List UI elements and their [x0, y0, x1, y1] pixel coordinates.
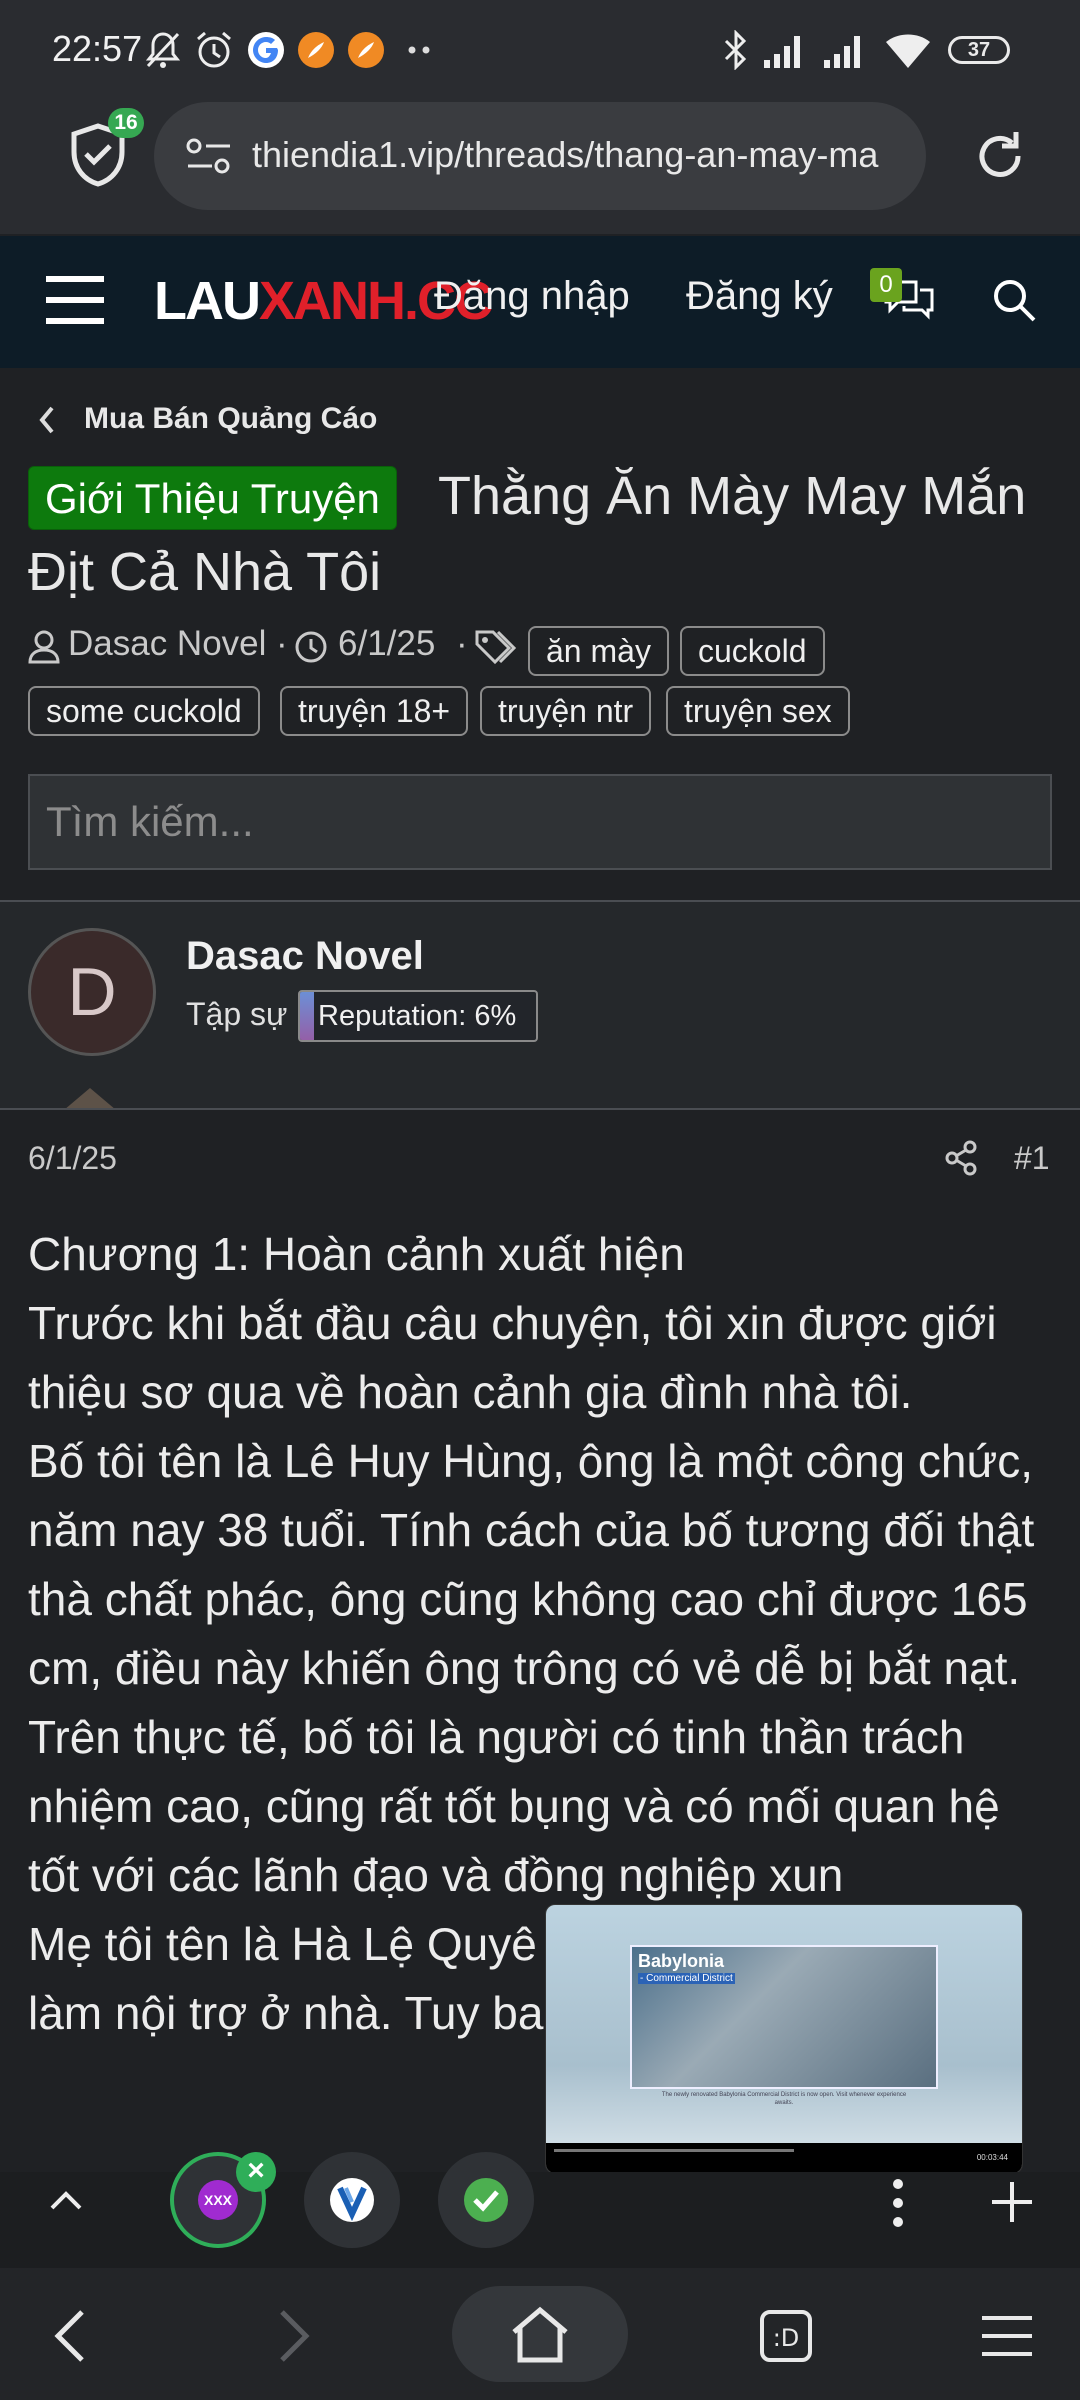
- svg-text::D: :D: [773, 2324, 800, 2352]
- back-icon[interactable]: [52, 2308, 88, 2364]
- chevron-left-icon[interactable]: [36, 404, 58, 436]
- reload-icon[interactable]: [970, 126, 1030, 186]
- more-notifications-icon: [408, 46, 432, 54]
- search-input[interactable]: Tìm kiếm...: [28, 774, 1052, 870]
- floating-video-player[interactable]: Babylonia - Commercial District The newl…: [545, 1904, 1023, 2174]
- google-icon: [246, 30, 286, 70]
- v-logo-icon: [330, 2178, 374, 2222]
- forward-icon[interactable]: [276, 2308, 312, 2364]
- signal-icon: [822, 30, 868, 70]
- alarm-icon: [194, 30, 234, 70]
- tag-chip[interactable]: cuckold: [680, 626, 825, 676]
- share-icon[interactable]: [944, 1140, 978, 1176]
- close-tab-icon[interactable]: ×: [236, 2152, 276, 2192]
- app-icon: [346, 30, 386, 70]
- video-progress[interactable]: [554, 2149, 794, 2152]
- message-arrow: [64, 1088, 116, 1110]
- reputation-label: Reputation: 6%: [318, 1000, 517, 1032]
- breadcrumb[interactable]: Mua Bán Quảng Cáo: [84, 402, 377, 436]
- url-text[interactable]: thiendia1.vip/threads/thang-an-may-ma: [252, 134, 902, 176]
- hamburger-icon[interactable]: [44, 274, 106, 326]
- check-icon: [464, 2178, 508, 2222]
- tag-chip[interactable]: truyện ntr: [480, 686, 652, 736]
- tab-favicon: XXX: [198, 2180, 238, 2220]
- tab-strip: [0, 2172, 1080, 2268]
- tag-chip[interactable]: truyện sex: [666, 686, 850, 736]
- site-settings-icon[interactable]: [186, 136, 232, 176]
- tabs-icon[interactable]: :D: [758, 2308, 814, 2364]
- avatar[interactable]: D: [28, 928, 156, 1056]
- signal-icon: [762, 30, 808, 70]
- thread-author[interactable]: Dasac Novel: [68, 624, 266, 664]
- home-icon: [510, 2306, 570, 2364]
- post-date[interactable]: 6/1/25: [28, 1140, 117, 1177]
- register-link[interactable]: Đăng ký: [686, 274, 833, 319]
- bluetooth-icon: [722, 30, 750, 70]
- wifi-icon: [884, 30, 932, 70]
- reputation-bar: Reputation: 6%: [298, 990, 538, 1042]
- plus-icon[interactable]: [990, 2180, 1034, 2224]
- post-author-block: [0, 902, 1080, 1108]
- logo-text-white: LAU: [154, 271, 261, 331]
- post-paragraph: Trước khi bắt đầu câu chuyện, tôi xin đư…: [28, 1297, 997, 1418]
- tag-chip[interactable]: ăn mày: [528, 626, 669, 676]
- video-caption: The newly renovated Babylonia Commercial…: [661, 2092, 907, 2106]
- divider: [0, 1108, 1080, 1110]
- tag-chip[interactable]: truyện 18+: [280, 686, 469, 736]
- video-time: 00:03:44: [976, 2153, 1008, 2162]
- app-icon: [296, 30, 336, 70]
- user-title: Tập sự: [186, 996, 288, 1032]
- reputation-fill: [300, 992, 315, 1040]
- post-number[interactable]: #1: [1014, 1140, 1050, 1177]
- video-controls[interactable]: 00:03:44: [546, 2143, 1022, 2173]
- video-title: Babylonia: [638, 1951, 725, 1971]
- post-paragraph: Bố tôi tên là Lê Huy Hùng, ông là một cô…: [28, 1435, 1035, 1901]
- thread-title: Thằng Ăn Mày May Mắn Địt Cả Nhà Tôi: [28, 458, 1058, 610]
- tag-chip[interactable]: some cuckold: [28, 686, 260, 736]
- conversations-badge: 0: [870, 268, 902, 302]
- post-paragraph: Chương 1: Hoàn cảnh xuất hiện: [28, 1228, 685, 1280]
- tab-item[interactable]: [438, 2152, 534, 2248]
- meta-separator: ·: [276, 624, 288, 663]
- menu-icon[interactable]: [980, 2314, 1034, 2358]
- post-author-name[interactable]: Dasac Novel: [186, 934, 424, 979]
- thread-title-text: Thằng Ăn Mày May Mắn Địt Cả Nhà Tôi: [28, 466, 1027, 602]
- user-icon: [28, 630, 60, 664]
- search-icon[interactable]: [990, 276, 1038, 324]
- video-subtitle: - Commercial District: [638, 1973, 735, 1984]
- clock-icon: [294, 630, 328, 664]
- more-vert-icon[interactable]: [888, 2178, 908, 2228]
- shield-count-badge: 16: [108, 108, 144, 138]
- video-frame: Babylonia - Commercial District: [630, 1945, 938, 2089]
- chevron-up-icon[interactable]: [46, 2184, 86, 2214]
- tab-item[interactable]: [304, 2152, 400, 2248]
- bell-off-icon: [144, 30, 182, 70]
- status-time: 22:57: [52, 28, 143, 69]
- battery-icon: 37: [948, 36, 1010, 64]
- meta-separator: ·: [456, 624, 468, 663]
- login-link[interactable]: Đăng nhập: [434, 274, 630, 319]
- thread-date[interactable]: 6/1/25: [338, 624, 435, 664]
- tag-icon: [474, 628, 520, 666]
